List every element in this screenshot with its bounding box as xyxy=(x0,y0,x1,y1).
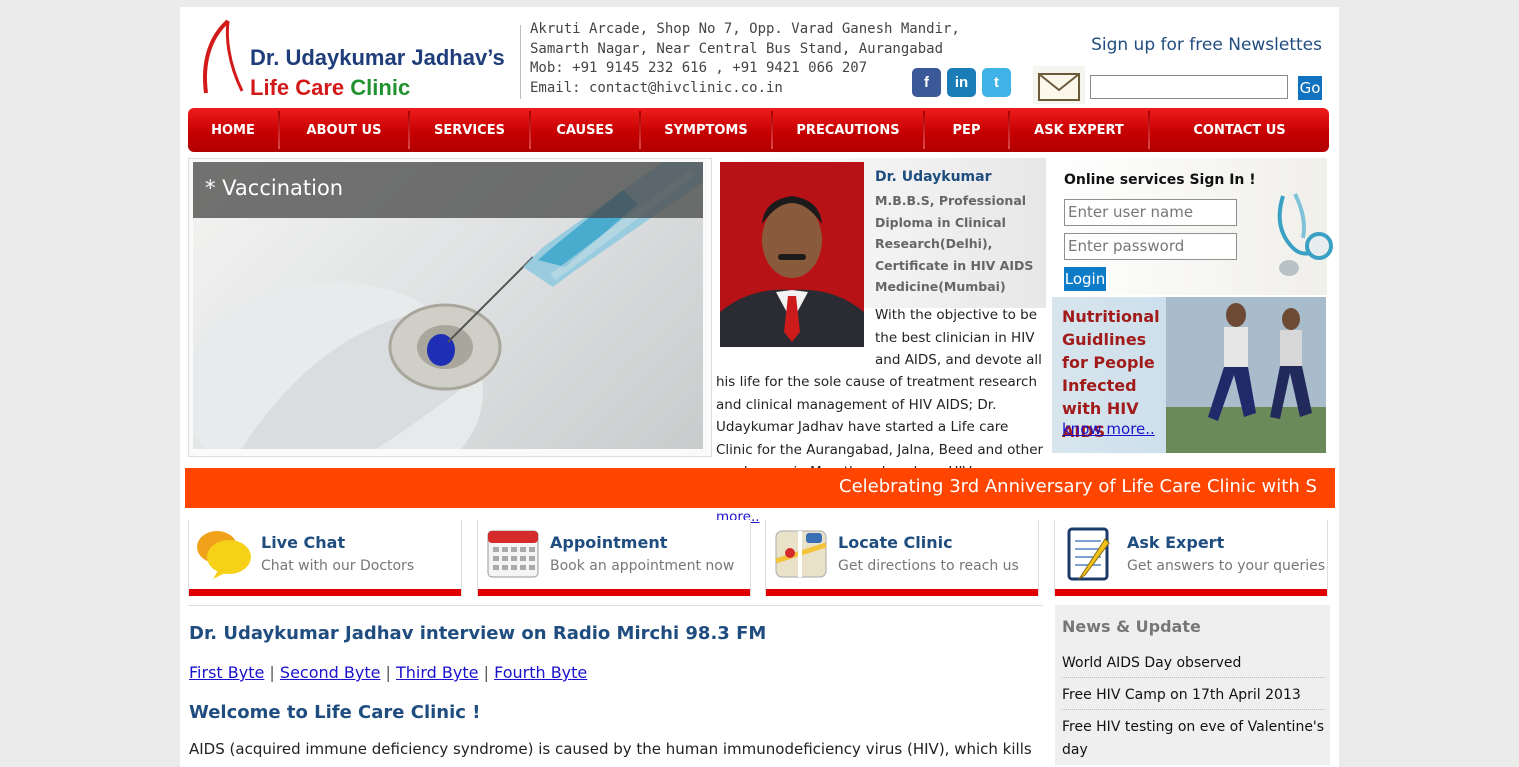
service-title: Ask Expert xyxy=(1127,533,1225,552)
nav-home[interactable]: HOME xyxy=(188,108,278,152)
nav-pep[interactable]: PEP xyxy=(925,108,1008,152)
interview-bytes-links: First Byte | Second Byte | Third Byte | … xyxy=(189,663,587,682)
username-input[interactable]: Enter user name xyxy=(1064,199,1237,226)
service-bar xyxy=(478,589,750,596)
service-bar xyxy=(1055,589,1327,596)
news-item[interactable]: World AIDS Day observed xyxy=(1062,652,1325,675)
chat-bubbles-icon xyxy=(197,531,251,579)
newsletter-title: Sign up for free Newslettes xyxy=(1091,35,1322,55)
red-ribbon-icon xyxy=(203,19,244,94)
service-subtitle: Get directions to reach us xyxy=(838,558,1019,574)
nav-about-us[interactable]: ABOUT US xyxy=(280,108,408,152)
byte-separator: | xyxy=(269,663,275,682)
announcement-ticker: Celebrating 3rd Anniversary of Life Care… xyxy=(185,468,1335,508)
newsletter-email-input[interactable] xyxy=(1090,75,1288,99)
logo-clinic-name: Life Care Clinic xyxy=(250,75,410,101)
slide-caption: * Vaccination xyxy=(193,162,703,218)
news-separator xyxy=(1062,709,1325,710)
login-button[interactable]: Login xyxy=(1064,267,1106,291)
byte-separator: | xyxy=(483,663,489,682)
social-links: f in t xyxy=(912,68,1011,97)
welcome-heading: Welcome to Life Care Clinic ! xyxy=(189,702,481,723)
image-slider[interactable]: * Vaccination xyxy=(188,158,712,457)
news-title: News & Update xyxy=(1062,617,1201,636)
envelope-icon xyxy=(1033,66,1085,104)
logo-clinic-part2: Clinic xyxy=(350,75,411,100)
facebook-icon[interactable]: f xyxy=(912,68,941,97)
byte-separator: | xyxy=(385,663,391,682)
address-line: Akruti Arcade, Shop No 7, Opp. Varad Gan… xyxy=(530,21,960,37)
service-live-chat[interactable]: Live Chat Chat with our Doctors xyxy=(188,520,462,596)
service-title: Appointment xyxy=(550,533,668,552)
content-divider xyxy=(188,605,1043,606)
runners-image xyxy=(1166,297,1326,453)
service-subtitle: Book an appointment now xyxy=(550,558,735,574)
calendar-icon xyxy=(487,530,539,578)
doctor-photo xyxy=(720,162,864,347)
clinic-address: Akruti Arcade, Shop No 7, Opp. Varad Gan… xyxy=(530,20,960,98)
stethoscope-icon xyxy=(1277,193,1333,276)
nav-services[interactable]: SERVICES xyxy=(410,108,529,152)
clinic-logo[interactable]: Dr. Udaykumar Jadhav’s Life Care Clinic xyxy=(198,17,518,100)
service-subtitle: Get answers to your queries xyxy=(1127,558,1326,574)
logo-doctor-name: Dr. Udaykumar Jadhav’s xyxy=(250,45,505,70)
address-phone: Mob: +91 9145 232 616 , +91 9421 066 207 xyxy=(530,60,868,76)
main-nav: HOME ABOUT US SERVICES CAUSES SYMPTOMS P… xyxy=(188,108,1329,152)
service-title: Live Chat xyxy=(261,533,346,552)
newsletter-go-button[interactable]: Go xyxy=(1298,76,1322,100)
intro-paragraph: AIDS (acquired immune deficiency syndrom… xyxy=(189,740,1032,758)
address-line: Samarth Nagar, Near Central Bus Stand, A… xyxy=(530,40,944,57)
nutrition-promo-banner[interactable]: Nutritional Guidlines for People Infecte… xyxy=(1052,297,1326,453)
nav-symptoms[interactable]: SYMPTOMS xyxy=(641,108,771,152)
service-bar xyxy=(766,589,1038,596)
header-divider xyxy=(520,25,521,99)
address-email: Email: contact@hivclinic.co.in xyxy=(530,79,783,96)
nav-ask-expert[interactable]: ASK EXPERT xyxy=(1010,108,1148,152)
doctor-qualifications: M.B.B.S, Professional Diploma in Clinica… xyxy=(875,193,1034,294)
twitter-icon[interactable]: t xyxy=(982,68,1011,97)
signin-title: Online services Sign In ! xyxy=(1064,172,1256,188)
news-item[interactable]: Free HIV Camp on 17th April 2013 xyxy=(1062,684,1325,707)
nav-contact-us[interactable]: CONTACT US xyxy=(1150,108,1329,152)
password-input[interactable]: Enter password xyxy=(1064,233,1237,260)
notepad-icon xyxy=(1067,527,1110,581)
service-subtitle: Chat with our Doctors xyxy=(261,558,415,574)
byte-link-fourth[interactable]: Fourth Byte xyxy=(494,663,587,682)
service-appointment[interactable]: Appointment Book an appointment now xyxy=(477,520,751,596)
map-icon xyxy=(775,530,827,578)
byte-link-third[interactable]: Third Byte xyxy=(396,663,478,682)
page-container: Dr. Udaykumar Jadhav’s Life Care Clinic … xyxy=(180,7,1339,767)
news-item[interactable]: Free HIV testing on eve of Valentine's d… xyxy=(1062,716,1325,762)
news-panel: News & Update World AIDS Day observed Fr… xyxy=(1055,605,1330,765)
doctor-description: With the objective to be the best clinic… xyxy=(875,307,1042,368)
logo-clinic-part1: Life Care xyxy=(250,75,345,100)
nav-causes[interactable]: CAUSES xyxy=(531,108,639,152)
service-bar xyxy=(189,589,461,596)
ticker-text: Celebrating 3rd Anniversary of Life Care… xyxy=(839,476,1317,497)
service-title: Locate Clinic xyxy=(838,533,953,552)
promo-know-more-link[interactable]: know more.. xyxy=(1062,420,1155,438)
vaccination-slide-image: * Vaccination xyxy=(193,162,703,449)
interview-heading: Dr. Udaykumar Jadhav interview on Radio … xyxy=(189,623,767,644)
news-separator xyxy=(1062,677,1325,678)
service-ask-expert[interactable]: Ask Expert Get answers to your queries xyxy=(1054,520,1328,596)
nav-precautions[interactable]: PRECAUTIONS xyxy=(773,108,923,152)
service-locate-clinic[interactable]: Locate Clinic Get directions to reach us xyxy=(765,520,1039,596)
byte-link-second[interactable]: Second Byte xyxy=(280,663,381,682)
byte-link-first[interactable]: First Byte xyxy=(189,663,264,682)
linkedin-icon[interactable]: in xyxy=(947,68,976,97)
doctor-name: Dr. Udaykumar xyxy=(875,169,992,185)
